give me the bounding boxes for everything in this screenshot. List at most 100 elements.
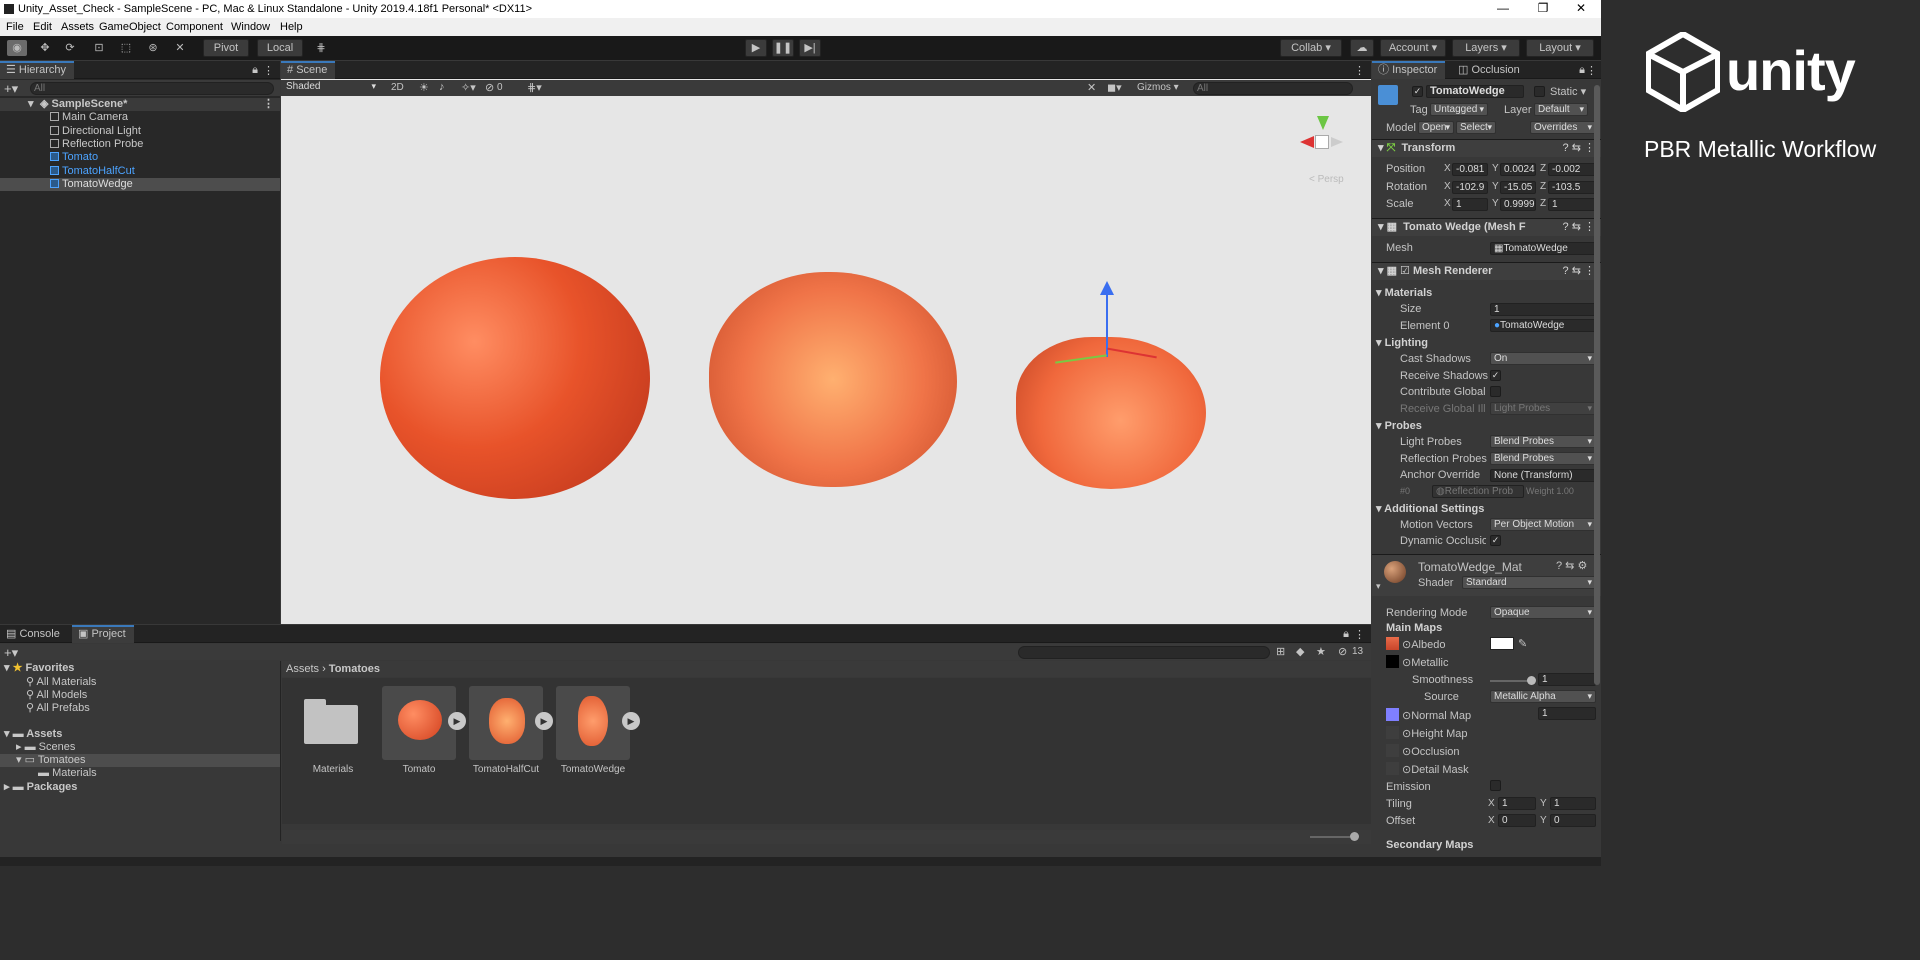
rotate-tool-icon[interactable]: ⟳: [60, 40, 80, 56]
step-button[interactable]: ▶|: [799, 39, 821, 57]
icon-size-slider-thumb[interactable]: [1350, 832, 1359, 841]
rotation-y-field[interactable]: -15.05: [1500, 181, 1536, 194]
tomato-halfcut-model[interactable]: [709, 272, 957, 487]
component-menu-icon[interactable]: ? ⇆ ⋮: [1562, 219, 1595, 236]
scene-orientation-gizmo[interactable]: [1298, 116, 1348, 166]
folder-materials-row[interactable]: ▬ Materials: [0, 767, 280, 780]
assets-folder-row[interactable]: ▾ ▬ Assets: [0, 728, 280, 741]
inspector-scrollbar[interactable]: [1594, 85, 1600, 685]
static-checkbox[interactable]: [1534, 86, 1545, 97]
menu-component[interactable]: Component: [166, 21, 223, 33]
tab-scene[interactable]: # Scene: [281, 61, 336, 79]
tiling-y-field[interactable]: 1: [1550, 797, 1596, 810]
search-by-type-icon[interactable]: ⊞: [1276, 645, 1285, 658]
project-search-input[interactable]: [1018, 646, 1270, 659]
material-foldout-icon[interactable]: ▾: [1376, 581, 1381, 592]
position-y-field[interactable]: 0.0024: [1500, 163, 1536, 176]
favorite-all-materials[interactable]: ⚲ All Materials: [0, 676, 280, 689]
panel-menu-icon[interactable]: ⋮: [1354, 628, 1365, 641]
audio-toggle-icon[interactable]: ♪: [439, 81, 445, 93]
2d-toggle[interactable]: 2D: [391, 82, 404, 93]
hierarchy-item-tomatowedge[interactable]: TomatoWedge: [0, 178, 280, 191]
rect-tool-icon[interactable]: ⬚: [116, 40, 136, 56]
menu-help[interactable]: Help: [280, 21, 303, 33]
favorite-all-models[interactable]: ⚲ All Models: [0, 689, 280, 702]
transform-header[interactable]: ▾ ⤧ Transform? ⇆ ⋮: [1372, 139, 1601, 157]
receive-shadows-checkbox[interactable]: ✓: [1490, 370, 1501, 381]
materials-size-field[interactable]: 1: [1490, 303, 1596, 316]
dynamic-occlusion-checkbox[interactable]: ✓: [1490, 535, 1501, 546]
component-menu-icon[interactable]: ? ⇆ ⋮: [1563, 140, 1595, 157]
lighting-section[interactable]: ▾ Lighting: [1376, 336, 1428, 349]
folder-scenes-row[interactable]: ▸ ▬ Scenes: [0, 741, 280, 754]
cast-shadows-dropdown[interactable]: On: [1490, 352, 1596, 365]
favorites-star-icon[interactable]: ★: [1316, 645, 1326, 658]
folder-tomatoes-row[interactable]: ▾ ▭ Tomatoes: [0, 754, 280, 767]
additional-settings-section[interactable]: ▾ Additional Settings: [1376, 502, 1484, 515]
open-button[interactable]: Open: [1418, 121, 1454, 134]
detail-mask-texture-slot[interactable]: [1386, 762, 1399, 775]
icon-size-slider[interactable]: [1310, 836, 1350, 838]
tab-project[interactable]: ▣ Project: [72, 625, 134, 643]
transform-tool-icon[interactable]: ⊛: [143, 40, 163, 56]
light-probes-dropdown[interactable]: Blend Probes: [1490, 435, 1596, 448]
occlusion-texture-slot[interactable]: [1386, 744, 1399, 757]
tab-hierarchy[interactable]: ☰ Hierarchy: [0, 61, 74, 79]
shading-mode-dropdown[interactable]: Shaded: [283, 81, 379, 94]
panel-menu-icon[interactable]: ⋮: [1354, 64, 1365, 77]
custom-tool-icon[interactable]: ✕: [170, 40, 190, 56]
tag-dropdown[interactable]: Untagged: [1430, 103, 1488, 116]
camera-settings-icon[interactable]: ◼▾: [1107, 81, 1122, 94]
effects-toggle-icon[interactable]: ✧▾: [461, 81, 476, 94]
object-name-field[interactable]: TomatoWedge: [1426, 85, 1524, 98]
tiling-x-field[interactable]: 1: [1498, 797, 1536, 810]
maximize-button[interactable]: ❐: [1528, 1, 1558, 15]
breadcrumb-assets[interactable]: Assets: [286, 663, 319, 675]
close-button[interactable]: ✕: [1566, 1, 1596, 15]
rotation-z-field[interactable]: -103.5: [1548, 181, 1596, 194]
menu-gameobject[interactable]: GameObject: [99, 21, 161, 33]
layer-dropdown[interactable]: Default: [1534, 103, 1588, 116]
shader-dropdown[interactable]: Standard: [1462, 576, 1596, 589]
tab-console[interactable]: ▤ Console: [0, 625, 68, 643]
smoothness-slider[interactable]: [1490, 680, 1532, 682]
packages-folder-row[interactable]: ▸ ▬ Packages: [0, 781, 280, 794]
component-menu-icon[interactable]: ? ⇆ ⋮: [1563, 263, 1595, 280]
favorites-row[interactable]: ▾ ★ Favorites: [0, 662, 280, 675]
offset-x-field[interactable]: 0: [1498, 814, 1536, 827]
material-header[interactable]: TomatoWedge_Mat ? ⇆ ⚙ Shader Standard ▾: [1372, 554, 1601, 596]
emission-checkbox[interactable]: [1490, 780, 1501, 791]
anchor-override-field[interactable]: None (Transform): [1490, 469, 1596, 482]
move-tool-icon[interactable]: ✥: [35, 40, 55, 56]
local-toggle[interactable]: Local: [257, 39, 303, 57]
asset-tomato[interactable]: [382, 686, 456, 760]
smoothness-field[interactable]: 1: [1538, 673, 1596, 686]
hierarchy-search-input[interactable]: All: [30, 82, 274, 95]
rotation-x-field[interactable]: -102.9: [1452, 181, 1488, 194]
panel-menu-icon[interactable]: ⋮: [1586, 64, 1597, 77]
tools-icon[interactable]: ✕: [1087, 81, 1096, 94]
favorite-all-prefabs[interactable]: ⚲ All Prefabs: [0, 702, 280, 715]
mesh-field[interactable]: ▦TomatoWedge: [1490, 242, 1596, 255]
smoothness-slider-thumb[interactable]: [1527, 676, 1536, 685]
tomato-model[interactable]: [380, 257, 650, 499]
play-button[interactable]: ▶: [745, 39, 767, 57]
hierarchy-item-main-camera[interactable]: Main Camera: [0, 111, 280, 124]
hidden-packages-icon[interactable]: ⊘: [1338, 645, 1347, 658]
height-map-texture-slot[interactable]: [1386, 726, 1399, 739]
menu-edit[interactable]: Edit: [33, 21, 52, 33]
probes-section[interactable]: ▾ Probes: [1376, 419, 1422, 432]
position-z-field[interactable]: -0.002: [1548, 163, 1596, 176]
mesh-filter-header[interactable]: ▾ ▦ Tomato Wedge (Mesh F? ⇆ ⋮: [1372, 218, 1601, 236]
normal-map-texture-slot[interactable]: [1386, 708, 1399, 721]
expand-arrow-icon[interactable]: ▾: [28, 98, 34, 111]
hierarchy-item-reflection-probe[interactable]: Reflection Probe: [0, 138, 280, 151]
menu-file[interactable]: File: [6, 21, 24, 33]
albedo-color-swatch[interactable]: [1490, 637, 1514, 650]
renderer-enabled-check-icon[interactable]: ☑: [1400, 265, 1410, 277]
select-button[interactable]: Select: [1456, 121, 1496, 134]
hierarchy-item-tomatohalfcut[interactable]: TomatoHalfCut: [0, 165, 280, 178]
tab-inspector[interactable]: ⓘ Inspector: [1372, 61, 1446, 79]
search-by-label-icon[interactable]: ◆: [1296, 645, 1304, 658]
gizmo-y-arrow[interactable]: [1100, 281, 1114, 295]
